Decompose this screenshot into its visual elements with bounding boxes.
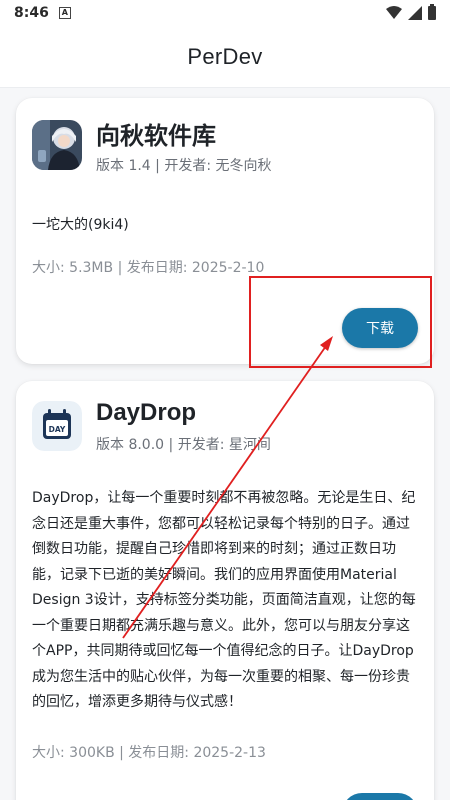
app-card[interactable]: DAY DayDrop 版本 8.0.0 | 开发者: 星河间 DayDrop，… bbox=[16, 381, 434, 800]
status-icons bbox=[386, 4, 436, 20]
anime-avatar-icon bbox=[32, 120, 82, 170]
app-info: 大小: 300KB | 发布日期: 2025-2-13 bbox=[32, 745, 266, 761]
download-button[interactable] bbox=[342, 793, 418, 800]
battery-icon bbox=[428, 4, 436, 20]
app-name: 向秋软件库 bbox=[96, 123, 216, 150]
calendar-day-icon: DAY bbox=[32, 401, 82, 451]
app-name: DayDrop bbox=[96, 399, 197, 426]
app-bar: PerDev bbox=[0, 26, 450, 88]
app-info: 大小: 5.3MB | 发布日期: 2025-2-10 bbox=[32, 260, 265, 276]
app-description: DayDrop，让每一个重要时刻都不再被忽略。无论是生日、纪念日还是重大事件，您… bbox=[32, 490, 416, 710]
app-description: 一坨大的(9ki4) bbox=[32, 217, 129, 233]
app-meta: 版本 1.4 | 开发者: 无冬向秋 bbox=[96, 158, 272, 174]
status-bar: 8:46 A bbox=[0, 0, 450, 26]
a-square-icon: A bbox=[58, 7, 71, 19]
calendar-icon-text: DAY bbox=[49, 425, 66, 434]
status-time: 8:46 bbox=[14, 5, 49, 21]
cell-signal-icon bbox=[408, 6, 422, 20]
highlight-box bbox=[249, 276, 432, 368]
app-meta: 版本 8.0.0 | 开发者: 星河间 bbox=[96, 437, 271, 453]
wifi-icon bbox=[386, 6, 402, 19]
app-title: PerDev bbox=[187, 43, 263, 69]
